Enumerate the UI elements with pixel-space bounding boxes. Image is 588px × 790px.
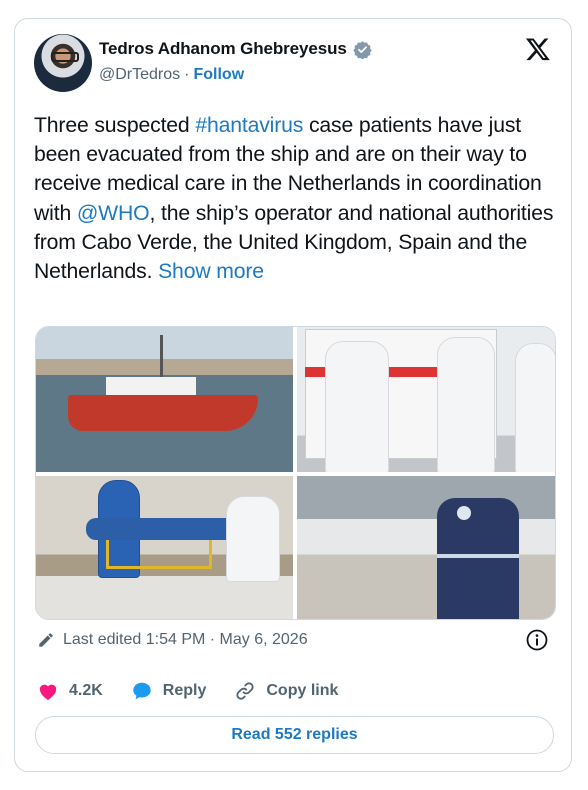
action-bar: 4.2K Reply Copy link <box>37 680 366 702</box>
avatar[interactable] <box>34 34 92 92</box>
ambulance-photo[interactable] <box>297 327 555 472</box>
hashtag-link[interactable]: #hantavirus <box>195 114 303 137</box>
hazmat-worker <box>515 343 555 472</box>
media-grid <box>35 326 556 620</box>
who-vest <box>437 498 519 619</box>
like-count: 4.2K <box>69 682 103 699</box>
author-handle-row: @DrTedros · Follow <box>99 66 244 84</box>
stretcher <box>86 518 236 540</box>
tweet-card: Tedros Adhanom Ghebreyesus @DrTedros · F… <box>14 18 572 772</box>
edited-info[interactable]: Last edited 1:54 PM · May 6, 2026 <box>37 631 308 649</box>
stretcher-legs <box>106 540 212 569</box>
quay-wall <box>36 576 293 619</box>
hazmat-worker <box>437 337 495 472</box>
follow-button[interactable]: Follow <box>193 66 244 84</box>
who-worker-photo[interactable] <box>297 476 555 619</box>
hazmat-worker <box>226 496 280 582</box>
boat-hull <box>68 395 258 431</box>
info-icon[interactable] <box>525 628 549 652</box>
author-name[interactable]: Tedros Adhanom Ghebreyesus <box>99 39 347 59</box>
boat-photo[interactable] <box>36 327 293 472</box>
verified-badge-icon <box>353 40 372 59</box>
reply-button[interactable]: Reply <box>131 680 207 702</box>
who-vest-stripe <box>437 554 519 558</box>
x-logo-icon[interactable] <box>525 36 551 62</box>
author-name-row: Tedros Adhanom Ghebreyesus <box>99 39 372 59</box>
hazmat-worker <box>325 341 389 472</box>
handle-separator: · <box>184 66 190 83</box>
avatar-glasses <box>51 52 79 62</box>
stretcher-photo[interactable] <box>36 476 293 619</box>
who-emblem-icon <box>457 506 471 520</box>
copy-link-button[interactable]: Copy link <box>234 680 338 702</box>
author-handle[interactable]: @DrTedros <box>99 66 180 84</box>
like-button[interactable]: 4.2K <box>37 681 103 701</box>
tweet-text: Three suspected #hantavirus case patient… <box>34 111 564 286</box>
pencil-icon <box>39 633 53 647</box>
edited-text: Last edited 1:54 PM · May 6, 2026 <box>63 631 308 648</box>
link-icon <box>236 682 254 700</box>
heart-icon <box>39 684 57 701</box>
reply-bubble-icon <box>133 682 151 700</box>
show-more-link[interactable]: Show more <box>158 260 264 283</box>
read-replies-button[interactable]: Read 552 replies <box>35 716 554 754</box>
boat-mast <box>160 335 163 379</box>
reply-label: Reply <box>162 682 207 699</box>
mention-link[interactable]: @WHO <box>77 202 150 225</box>
tweet-text-part: Three suspected <box>34 114 196 137</box>
copy-link-label: Copy link <box>266 682 339 699</box>
